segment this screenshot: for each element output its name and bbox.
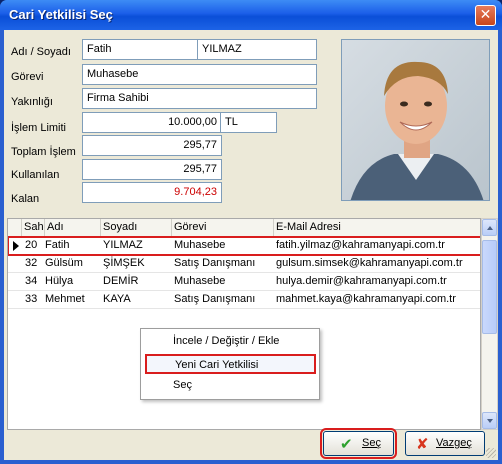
resize-grip[interactable] [486,448,496,458]
cell-email: hulya.demir@kahramanyapi.com.tr [276,275,447,287]
vazgec-button-label: Vazgeç [436,437,472,449]
cell-ad: Gülsüm [45,257,83,269]
table-row[interactable]: 34 Hülya DEMİR Muhasebe hulya.demir@kahr… [8,273,480,291]
cell-gorev: Muhasebe [174,275,226,287]
ad-field[interactable]: Fatih [82,39,198,60]
current-row-indicator-icon [13,241,19,251]
soyad-field[interactable]: YILMAZ [197,39,317,60]
vazgec-button[interactable]: ✘ Vazgeç [405,431,485,456]
header-gorev[interactable]: Görevi [172,219,274,237]
scroll-down-button[interactable] [482,412,497,429]
yakinlik-field[interactable]: Firma Sahibi [82,88,317,109]
contact-photo [341,39,490,201]
kalan-label: Kalan [11,193,40,205]
toplam-islem-field: 295,77 [82,135,222,156]
title-bar[interactable]: Cari Yetkilisi Seç ✕ [0,0,502,30]
cell-ad: Mehmet [45,293,85,305]
menu-item-yeni-cari-yetkilisi[interactable]: Yeni Cari Yetkilisi [145,354,316,374]
sec-button[interactable]: ✔ Seç [320,428,397,459]
islem-limiti-label: İşlem Limiti [11,122,67,134]
cell-soyad: DEMİR [103,275,139,287]
toplam-islem-label: Toplam İşlem [11,146,76,158]
cell-ad: Hülya [45,275,74,287]
table-row[interactable]: 32 Gülsüm ŞİMŞEK Satış Danışmanı gulsum.… [8,255,480,273]
cell-no: 20 [25,239,38,251]
cell-soyad: KAYA [103,293,131,305]
cell-soyad: YILMAZ [103,239,143,251]
cell-gorev: Muhasebe [174,239,226,251]
kullanilan-field: 295,77 [82,159,222,180]
scroll-up-button[interactable] [482,219,497,236]
scroll-thumb[interactable] [482,240,497,334]
currency-field[interactable]: TL [220,112,277,133]
header-email[interactable]: E-Mail Adresi [274,219,480,237]
table-row[interactable]: 33 Mehmet KAYA Satış Danışmanı mahmet.ka… [8,291,480,309]
dialog-window: Cari Yetkilisi Seç ✕ Adı / Soyadı Görevi… [0,0,502,464]
close-button[interactable]: ✕ [475,5,496,26]
grid-scrollbar[interactable] [481,218,498,430]
cell-gorev: Satış Danışmanı [174,257,256,269]
header-sah[interactable]: Sah [22,219,45,237]
cross-icon: ✘ [416,435,429,453]
cell-no: 34 [25,275,38,287]
cell-email: gulsum.simsek@kahramanyapi.com.tr [276,257,463,269]
cell-ad: Fatih [45,239,70,251]
yakinlik-label: Yakınlığı [11,96,53,108]
kalan-field: 9.704,23 [82,182,222,203]
cell-email: fatih.yilmaz@kahramanyapi.com.tr [276,239,445,251]
window-title: Cari Yetkilisi Seç [9,7,113,22]
menu-item-sec[interactable]: Seç [145,376,316,396]
grid-header: Sah Adı Soyadı Görevi E-Mail Adresi [8,219,480,237]
check-icon: ✔ [340,435,353,453]
person-photo-illustration [342,40,489,200]
close-icon: ✕ [479,7,492,23]
cell-gorev: Satış Danışmanı [174,293,256,305]
kullanilan-label: Kullanılan [11,169,60,181]
gorev-field[interactable]: Muhasebe [82,64,317,85]
islem-limiti-field[interactable]: 10.000,00 [82,112,222,133]
cell-no: 32 [25,257,38,269]
ad-soyad-label: Adı / Soyadı [11,46,71,58]
context-menu: İncele / Değiştir / Ekle Yeni Cari Yetki… [140,328,320,400]
cell-email: mahmet.kaya@kahramanyapi.com.tr [276,293,456,305]
sec-button-label: Seç [362,437,381,449]
header-ad[interactable]: Adı [45,219,101,237]
arrow-down-icon [487,419,493,423]
header-indicator [8,219,22,237]
header-soyad[interactable]: Soyadı [101,219,172,237]
gorev-label: Görevi [11,71,44,83]
dialog-body: Adı / Soyadı Görevi Yakınlığı İşlem Limi… [4,30,498,460]
table-row[interactable]: 20 Fatih YILMAZ Muhasebe fatih.yilmaz@ka… [8,236,480,256]
cell-soyad: ŞİMŞEK [103,257,145,269]
arrow-up-icon [487,226,493,230]
cell-no: 33 [25,293,38,305]
menu-item-incele[interactable]: İncele / Değiştir / Ekle [145,332,316,352]
